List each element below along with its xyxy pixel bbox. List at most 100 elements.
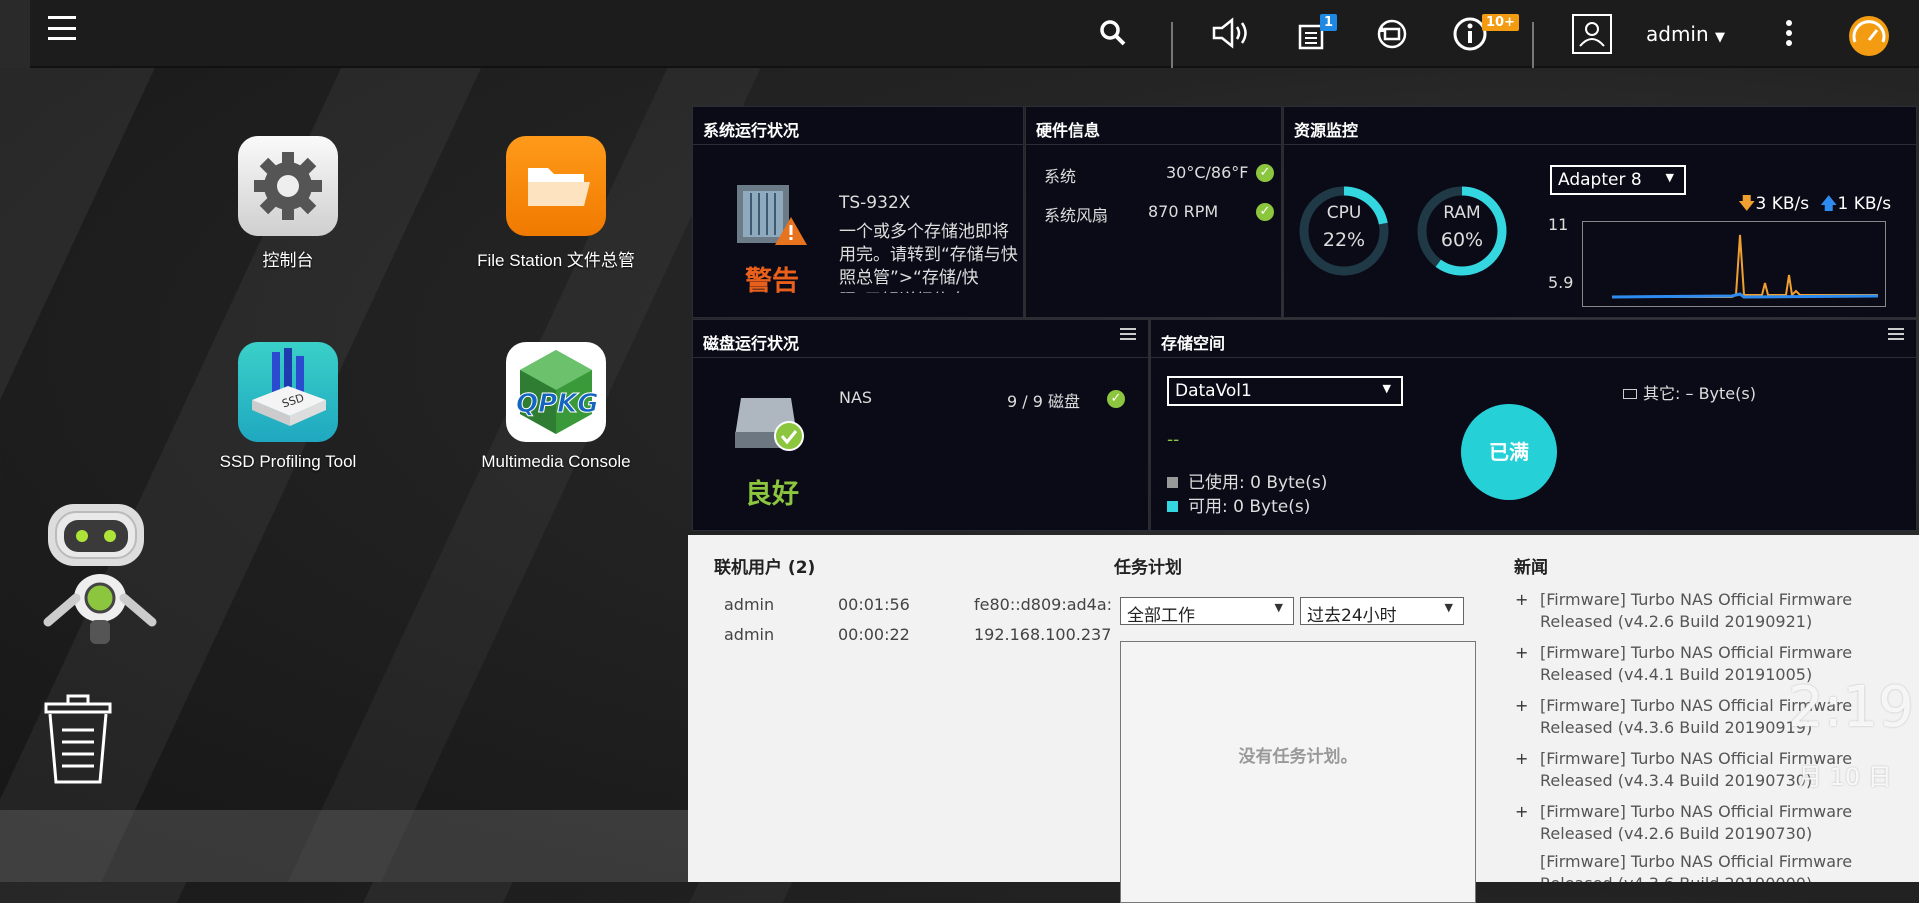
- arrow-up-icon: 🡅: [1820, 194, 1838, 214]
- clock-time: 2:19: [1788, 675, 1914, 740]
- desktop-icon-ssd-profiling[interactable]: SSD SSD Profiling Tool: [188, 342, 388, 472]
- check-icon: ✓: [1256, 164, 1274, 182]
- user-ip: fe80::d809:ad4a:45: [974, 595, 1112, 614]
- expand-icon[interactable]: +: [1515, 589, 1528, 611]
- disk-ok-icon: [735, 398, 804, 451]
- time-range-select[interactable]: 过去24小时 ▼: [1300, 597, 1464, 626]
- hw-label: 系统风扇: [1044, 206, 1109, 225]
- nas-warning-icon: [737, 185, 807, 245]
- panel-title: 磁盘运行状况: [703, 334, 800, 353]
- hw-value: 30°C/86°F: [1166, 163, 1249, 182]
- hw-value: 870 RPM: [1148, 202, 1219, 221]
- clock-date: 月 10 日: [1798, 763, 1892, 791]
- user-time: 00:00:22: [838, 625, 910, 644]
- avail-legend: 可用: 0 Byte(s): [1167, 492, 1310, 517]
- others-legend: 其它: – Byte(s): [1623, 380, 1756, 404]
- full-text: 已满: [1489, 440, 1529, 464]
- tasks-badge: 1: [1320, 14, 1338, 31]
- disk-name: NAS: [839, 388, 873, 407]
- time-range-value: 过去24小时: [1307, 606, 1397, 626]
- list-view-icon[interactable]: [1120, 328, 1136, 340]
- used-text: 已使用: 0 Byte(s): [1188, 473, 1328, 493]
- used-legend: 已使用: 0 Byte(s): [1167, 468, 1327, 493]
- search-icon[interactable]: [1098, 18, 1128, 48]
- panel-title: 资源监控: [1294, 121, 1359, 140]
- taskbar-strip: [0, 810, 688, 882]
- user-row: admin 00:01:56 fe80::d809:ad4a:45: [724, 595, 1112, 614]
- system-status-panel: 系统运行状况 警告 TS-932X 一个或多个存储池即将用完。请转到“存储与快照…: [692, 106, 1024, 318]
- tasks-title: 任务计划: [1114, 558, 1182, 578]
- volume-icon[interactable]: [1210, 16, 1254, 50]
- volume-value: DataVol1: [1175, 381, 1252, 401]
- news-item[interactable]: + [Firmware] Turbo NAS Official Firmware …: [1515, 801, 1900, 845]
- storage-dash: --: [1167, 430, 1180, 450]
- volume-select[interactable]: DataVol1 ▼: [1167, 376, 1403, 406]
- online-users-title: 联机用户 (2): [714, 558, 816, 578]
- chevron-down-icon: ▼: [1715, 30, 1726, 45]
- qpkg-icon: QPKG: [506, 342, 606, 442]
- status-text: 警告: [745, 266, 799, 297]
- hw-row-fan: 系统风扇 870 RPM ✓: [1044, 202, 1274, 226]
- news-text: [Firmware] Turbo NAS Official Firmware R…: [1540, 802, 1853, 843]
- news-text: [Firmware] Turbo NAS Official Firmware R…: [1540, 852, 1853, 882]
- user-name: admin: [724, 595, 775, 614]
- news-title: 新闻: [1514, 558, 1548, 578]
- chevron-down-icon: ▼: [1274, 601, 1283, 614]
- desktop-icon-control-panel[interactable]: 控制台: [188, 136, 388, 271]
- panel-title: 存储空间: [1161, 334, 1226, 353]
- expand-icon[interactable]: +: [1515, 642, 1528, 664]
- username: admin: [1646, 22, 1709, 46]
- cpu-label: CPU: [1326, 203, 1362, 223]
- dashboard-gauge-icon[interactable]: [1846, 14, 1892, 56]
- avail-text: 可用: 0 Byte(s): [1188, 497, 1311, 517]
- folder-icon: [506, 136, 606, 236]
- others-text: 其它: – Byte(s): [1643, 384, 1756, 403]
- avail-swatch: [1167, 501, 1178, 512]
- chevron-down-icon: ▼: [1382, 382, 1391, 395]
- disk-count: 9 / 9 磁盘: [1007, 392, 1081, 411]
- expand-icon[interactable]: +: [1515, 801, 1528, 823]
- expand-icon[interactable]: +: [1515, 748, 1528, 770]
- icon-label: Multimedia Console: [481, 452, 631, 471]
- separator: [1171, 22, 1173, 68]
- news-item[interactable]: +[Firmware] Turbo NAS Official Firmware …: [1540, 851, 1900, 882]
- panel-title: 硬件信息: [1036, 121, 1101, 140]
- news-item[interactable]: + [Firmware] Turbo NAS Official Firmware …: [1515, 589, 1900, 633]
- empty-task-text: 没有任务计划。: [1238, 747, 1358, 767]
- list-view-icon[interactable]: [1888, 328, 1904, 340]
- ram-value: 60%: [1440, 229, 1484, 251]
- used-swatch: [1167, 477, 1178, 488]
- hardware-info-panel: 硬件信息 系统 30°C/86°F ✓ 系统风扇 870 RPM ✓: [1025, 106, 1282, 318]
- svg-text:QPKG: QPKG: [516, 389, 599, 419]
- icon-label: SSD Profiling Tool: [219, 452, 357, 471]
- user-menu[interactable]: admin ▼: [1646, 22, 1725, 46]
- expand-icon[interactable]: +: [1515, 695, 1528, 717]
- more-options-icon[interactable]: [1786, 20, 1792, 46]
- hw-label: 系统: [1044, 167, 1077, 186]
- helpdesk-robot-icon[interactable]: [34, 498, 170, 652]
- sync-icon[interactable]: [1374, 16, 1410, 52]
- status-text: 良好: [745, 479, 799, 510]
- task-filter-select[interactable]: 全部工作 ▼: [1120, 597, 1294, 626]
- news-text: [Firmware] Turbo NAS Official Firmware R…: [1540, 590, 1853, 631]
- task-list-box: 没有任务计划。: [1120, 641, 1476, 903]
- menu-icon[interactable]: [48, 16, 76, 40]
- user-row: admin 00:00:22 192.168.100.237: [724, 625, 1111, 644]
- network-chart: [1582, 221, 1886, 307]
- upload-value: 1 KB/s: [1837, 194, 1892, 214]
- panel-title: 系统运行状况: [703, 121, 800, 140]
- desktop-icon-file-station[interactable]: File Station 文件总管: [456, 136, 656, 271]
- desktop-icon-multimedia-console[interactable]: QPKG Multimedia Console: [456, 342, 656, 472]
- recycle-bin-icon[interactable]: [40, 694, 116, 786]
- check-icon: ✓: [1256, 203, 1274, 221]
- download-rate: 🡇3 KB/s: [1738, 191, 1809, 220]
- task-filter-value: 全部工作: [1127, 606, 1195, 626]
- chevron-down-icon: ▼: [1444, 601, 1453, 614]
- side-edge: [0, 0, 30, 68]
- icon-label: 控制台: [262, 251, 314, 270]
- notifications-badge: 10+: [1482, 14, 1519, 31]
- top-bar: 1 10+ admin ▼: [0, 0, 1919, 68]
- user-avatar-icon[interactable]: [1572, 14, 1612, 54]
- adapter-select[interactable]: Adapter 8 ▼: [1550, 165, 1686, 195]
- full-indicator: 已满: [1461, 404, 1557, 500]
